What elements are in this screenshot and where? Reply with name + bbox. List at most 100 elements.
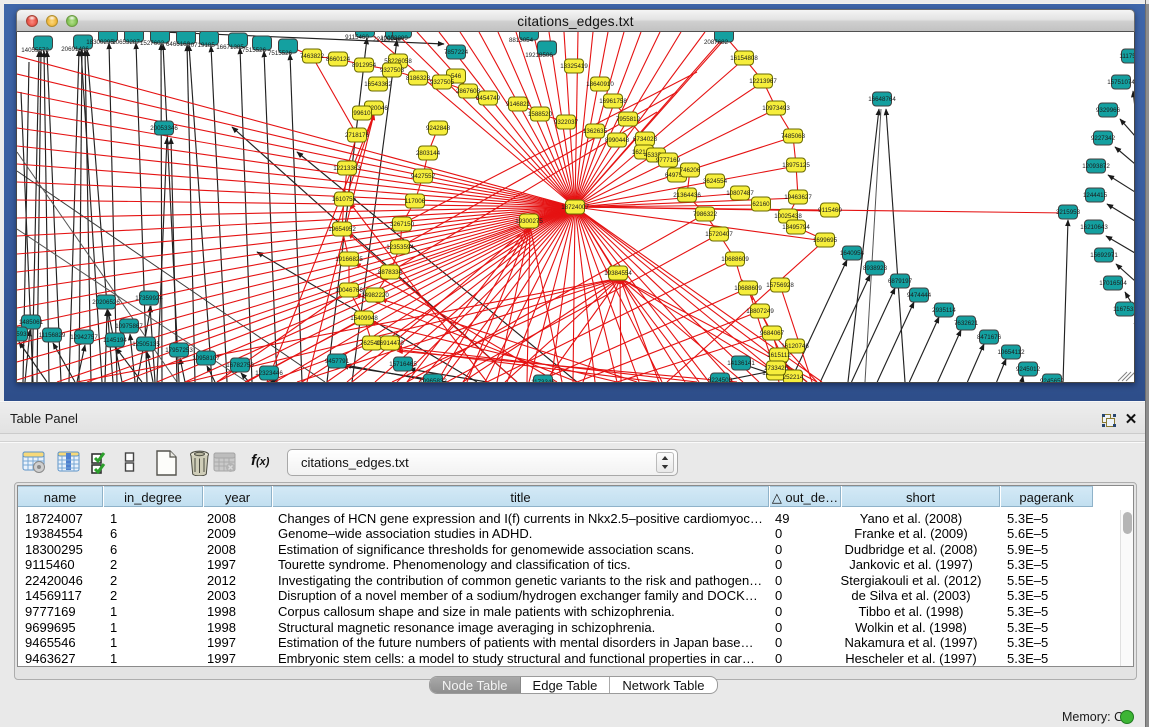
svg-text:1733426: 1733426 <box>764 365 789 372</box>
svg-text:11156829: 11156829 <box>39 332 66 339</box>
svg-text:10975867: 10975867 <box>115 323 143 330</box>
svg-text:12213967: 12213967 <box>749 78 777 85</box>
svg-text:8813054: 8813054 <box>509 37 534 44</box>
svg-text:9327503: 9327503 <box>380 67 405 74</box>
svg-text:7463822: 7463822 <box>300 53 325 60</box>
svg-text:17016504: 17016504 <box>1099 280 1127 287</box>
svg-text:9242848: 9242848 <box>426 125 451 132</box>
svg-text:1640954: 1640954 <box>840 250 865 257</box>
svg-text:10958107: 10958107 <box>192 355 220 362</box>
svg-text:9146821: 9146821 <box>506 101 531 108</box>
svg-text:16543362: 16543362 <box>364 81 392 88</box>
svg-text:17957253: 17957253 <box>165 347 193 354</box>
svg-text:10965832: 10965832 <box>419 378 447 382</box>
svg-text:19166825: 19166825 <box>335 256 363 263</box>
svg-text:8471676: 8471676 <box>977 334 1002 341</box>
svg-text:12942757: 12942757 <box>70 334 98 341</box>
svg-text:9115460: 9115460 <box>818 207 842 214</box>
svg-text:8938923: 8938923 <box>863 265 888 272</box>
svg-text:1145194: 1145194 <box>103 337 127 344</box>
svg-text:1610755: 1610755 <box>332 196 357 203</box>
svg-text:6734028: 6734028 <box>633 136 658 143</box>
svg-text:16671385: 16671385 <box>216 44 244 51</box>
svg-text:9245012: 9245012 <box>1016 366 1041 373</box>
svg-text:1362635: 1362635 <box>583 128 608 135</box>
svg-text:9115460: 9115460 <box>345 34 369 41</box>
svg-text:10053809: 10053809 <box>380 35 408 42</box>
svg-text:62160: 62160 <box>752 201 770 208</box>
svg-text:16961758: 16961758 <box>599 98 627 105</box>
svg-text:1588520: 1588520 <box>528 111 553 118</box>
svg-text:20053346: 20053346 <box>150 125 178 132</box>
svg-text:1244415: 1244415 <box>1083 192 1108 199</box>
svg-text:12213363: 12213363 <box>333 165 361 172</box>
svg-text:19463627: 19463627 <box>784 194 812 201</box>
svg-text:21364436: 21364436 <box>673 192 701 199</box>
svg-text:2803144: 2803144 <box>416 150 441 157</box>
svg-text:117006: 117006 <box>405 198 426 205</box>
svg-text:1117534: 1117534 <box>1119 53 1135 60</box>
svg-text:12505135: 12505135 <box>132 341 160 348</box>
svg-text:1167533: 1167533 <box>1113 306 1135 313</box>
svg-text:9474444: 9474444 <box>907 292 932 299</box>
svg-text:15716465: 15716465 <box>389 361 417 368</box>
svg-text:18807249: 18807249 <box>746 308 774 315</box>
svg-text:2087682: 2087682 <box>704 39 729 46</box>
svg-text:3215953: 3215953 <box>1056 209 1081 216</box>
svg-text:7485063: 7485063 <box>781 133 806 140</box>
svg-text:15409948: 15409948 <box>350 315 378 322</box>
svg-text:1615112: 1615112 <box>767 352 791 359</box>
svg-text:16782759: 16782759 <box>226 362 254 369</box>
svg-text:9427552: 9427552 <box>411 173 436 180</box>
svg-text:15720407: 15720407 <box>705 231 733 238</box>
svg-text:10807487: 10807487 <box>726 190 754 197</box>
svg-text:20691406: 20691406 <box>61 46 89 53</box>
svg-text:7857224: 7857224 <box>444 49 469 56</box>
svg-text:8912954: 8912954 <box>352 62 377 69</box>
svg-text:9245652: 9245652 <box>1040 378 1065 382</box>
svg-text:7515526: 7515526 <box>242 47 267 54</box>
svg-text:6879197: 6879197 <box>888 278 913 285</box>
svg-text:8990448: 8990448 <box>605 137 630 144</box>
svg-text:1485061: 1485061 <box>19 319 44 326</box>
svg-text:14982220: 14982220 <box>361 292 389 299</box>
svg-text:1699695: 1699695 <box>813 237 838 244</box>
svg-text:8454749: 8454749 <box>476 95 501 102</box>
svg-text:9777169: 9777169 <box>656 157 681 164</box>
svg-text:7986322: 7986322 <box>693 211 718 218</box>
svg-text:20206526: 20206526 <box>92 299 120 306</box>
svg-text:15751074: 15751074 <box>1107 79 1135 86</box>
svg-text:9457791: 9457791 <box>325 358 350 365</box>
svg-text:7632621: 7632621 <box>954 320 979 327</box>
svg-text:10654112: 10654112 <box>997 349 1025 356</box>
svg-text:10046766: 10046766 <box>335 287 363 294</box>
svg-text:18640910: 18640910 <box>586 81 614 88</box>
svg-text:19654952: 19654952 <box>328 226 356 233</box>
svg-text:16154808: 16154808 <box>730 55 758 62</box>
svg-text:19300275: 19300275 <box>515 218 543 225</box>
svg-text:10973493: 10973493 <box>762 105 790 112</box>
svg-text:2935114: 2935114 <box>932 307 956 314</box>
svg-text:18724007: 18724007 <box>561 204 589 211</box>
svg-text:10719185: 10719185 <box>187 42 215 49</box>
svg-text:3267150: 3267150 <box>390 221 415 228</box>
svg-text:16210643: 16210643 <box>1080 224 1108 231</box>
svg-text:19384554: 19384554 <box>604 270 632 277</box>
svg-text:16914479: 16914479 <box>376 340 404 347</box>
svg-text:15756928: 15756928 <box>766 282 794 289</box>
svg-text:9684067: 9684067 <box>760 330 785 337</box>
svg-text:18300295: 18300295 <box>86 39 114 46</box>
svg-text:9224509: 9224509 <box>708 377 733 382</box>
svg-text:8186328: 8186328 <box>406 75 431 82</box>
svg-text:12093872: 12093872 <box>1082 163 1110 170</box>
svg-text:10688609: 10688609 <box>734 285 762 292</box>
svg-text:99610: 99610 <box>353 110 371 117</box>
svg-text:16648764: 16648764 <box>868 96 896 103</box>
svg-text:13495794: 13495794 <box>782 224 810 231</box>
svg-text:10688609: 10688609 <box>721 256 749 263</box>
svg-text:13975125: 13975125 <box>782 162 810 169</box>
svg-text:9327505: 9327505 <box>430 79 455 86</box>
svg-text:10025438: 10025438 <box>774 213 802 220</box>
svg-text:9329966: 9329966 <box>1096 107 1121 114</box>
svg-text:8660124: 8660124 <box>326 56 351 63</box>
